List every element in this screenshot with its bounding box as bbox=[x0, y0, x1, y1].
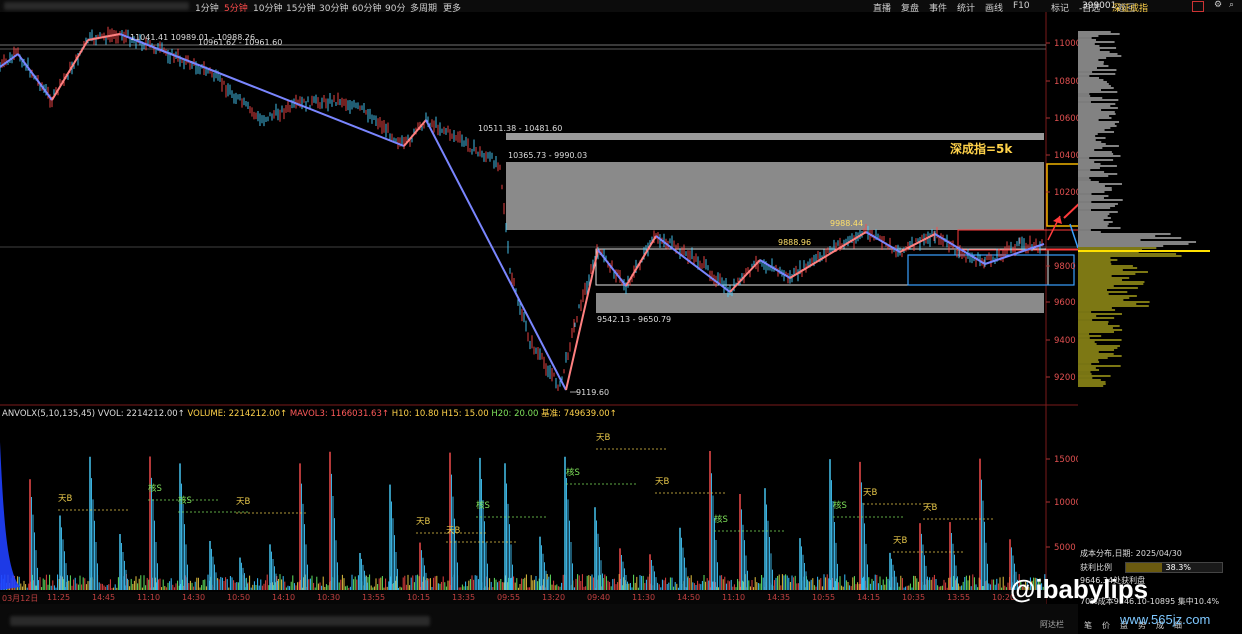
time-tick: 14:35 bbox=[767, 593, 791, 602]
volume-tick: 15000 bbox=[1054, 455, 1078, 465]
volume-tick: 10000 bbox=[1054, 498, 1078, 508]
signal-label: 天B bbox=[416, 517, 431, 527]
time-tick: 14:50 bbox=[677, 593, 701, 602]
annotation-zone-1: 10511.38 - 10481.60 bbox=[478, 124, 563, 133]
resistance-zone-1 bbox=[506, 133, 1044, 140]
blurred-toolbar-area bbox=[4, 2, 189, 10]
bottom-button[interactable]: 阿达栏 bbox=[1040, 619, 1064, 630]
time-tick: 10:55 bbox=[812, 593, 836, 602]
blurred-tabs bbox=[10, 616, 430, 626]
price-tick: 9200 bbox=[1054, 373, 1076, 383]
bottom-tabs-bar: 阿达栏 bbox=[0, 604, 1078, 634]
signal-label: 核S bbox=[148, 483, 162, 494]
price-tick: 10400 bbox=[1054, 151, 1078, 161]
time-tick: 13:55 bbox=[362, 593, 386, 602]
layout-icon[interactable] bbox=[1192, 1, 1204, 12]
time-tick: 10:15 bbox=[407, 593, 431, 602]
time-tick: 10:50 bbox=[227, 593, 251, 602]
target-text: 深成指=5k bbox=[950, 142, 1013, 156]
signal-label: 天B bbox=[863, 488, 878, 498]
top-toolbar: 1分钟 5分钟 10分钟 15分钟 30分钟 60分钟 90分 多周期 更多 直播 复盘 事件 统计画… bbox=[0, 0, 1242, 14]
price-tick: 9800 bbox=[1054, 262, 1076, 272]
annotation-low-point: 9119.60 bbox=[576, 388, 610, 397]
time-tick: 10:35 bbox=[902, 593, 926, 602]
gear-icon[interactable]: ⚙ bbox=[1214, 0, 1222, 10]
price-tick: 10600 bbox=[1054, 114, 1078, 124]
time-tick: 03月12日 bbox=[2, 594, 39, 603]
annotation-level-b: 9988.44 bbox=[830, 219, 864, 228]
watermark: @ibabylips bbox=[1010, 574, 1149, 604]
support-zone bbox=[596, 293, 1044, 313]
profit-row: 获利比例 38.3% bbox=[1080, 562, 1240, 573]
indicator-header: ANVOLX(5,10,135,45) VVOL: 2214212.00↑ VO… bbox=[2, 409, 617, 419]
time-tick: 09:40 bbox=[587, 593, 611, 602]
signal-label: 核S bbox=[476, 500, 490, 511]
signal-label: 天B bbox=[446, 526, 461, 536]
time-tick: 13:20 bbox=[542, 593, 566, 602]
signal-label: 天B bbox=[236, 497, 251, 507]
signal-label: 核S bbox=[178, 495, 192, 506]
annotation-support-zone: 9542.13 - 9650.79 bbox=[597, 315, 672, 324]
signal-label: 天B bbox=[923, 503, 938, 513]
price-tick: 9400 bbox=[1054, 336, 1076, 346]
watermark-site: www.565jz.com bbox=[1120, 612, 1211, 627]
signal-label: 天B bbox=[58, 494, 73, 504]
time-tick: 13:55 bbox=[947, 593, 971, 602]
annotation-level-a: 9888.96 bbox=[778, 238, 812, 247]
signal-label: 核S bbox=[714, 514, 728, 525]
price-tick: 9600 bbox=[1054, 298, 1076, 308]
price-tick: 11000 bbox=[1054, 39, 1078, 49]
volume-profile bbox=[1078, 31, 1210, 387]
bottom-tab[interactable]: 价 bbox=[1102, 620, 1110, 631]
annotation-zone-2: 10365.73 - 9990.03 bbox=[508, 151, 588, 160]
time-tick: 11:10 bbox=[137, 593, 161, 602]
time-tick: 09:55 bbox=[497, 593, 521, 602]
time-tick: 11:10 bbox=[722, 593, 746, 602]
time-tick: 11:30 bbox=[632, 593, 656, 602]
time-tick: 14:45 bbox=[92, 593, 116, 602]
price-tick: 10800 bbox=[1054, 77, 1078, 87]
toolbar-tool[interactable]: F10 bbox=[1013, 1, 1030, 11]
time-tick: 11:25 bbox=[47, 593, 71, 602]
volume-tick: 5000 bbox=[1054, 543, 1076, 553]
time-tick: 14:10 bbox=[272, 593, 296, 602]
bottom-tab[interactable]: 笔 bbox=[1084, 620, 1092, 631]
signal-label: 核S bbox=[566, 467, 580, 478]
annotation-top-zone: 10961.62 - 10961.60 bbox=[198, 38, 283, 47]
time-tick: 14:15 bbox=[857, 593, 881, 602]
time-axis: 03月12日 11:25 14:45 11:10 14:30 10:50 14:10 10:3… bbox=[0, 592, 1046, 604]
time-tick: 13:35 bbox=[452, 593, 476, 602]
time-tick: 14:30 bbox=[182, 593, 206, 602]
resistance-zone-2 bbox=[506, 162, 1044, 230]
main-chart[interactable]: 11000 10800 10600 10400 10200 9800 9600 9400 920… bbox=[0, 12, 1078, 634]
price-tick: 10200 bbox=[1054, 188, 1078, 198]
cost-title: 成本分布,日期: 2025/04/30 bbox=[1080, 549, 1182, 558]
signal-label: 核S bbox=[833, 500, 847, 511]
search-icon[interactable]: ⌕ bbox=[1229, 0, 1234, 10]
time-tick: 10:30 bbox=[317, 593, 341, 602]
signal-label: 天B bbox=[893, 536, 908, 546]
signal-label: 天B bbox=[596, 433, 611, 443]
signal-label: 天B bbox=[655, 477, 670, 487]
